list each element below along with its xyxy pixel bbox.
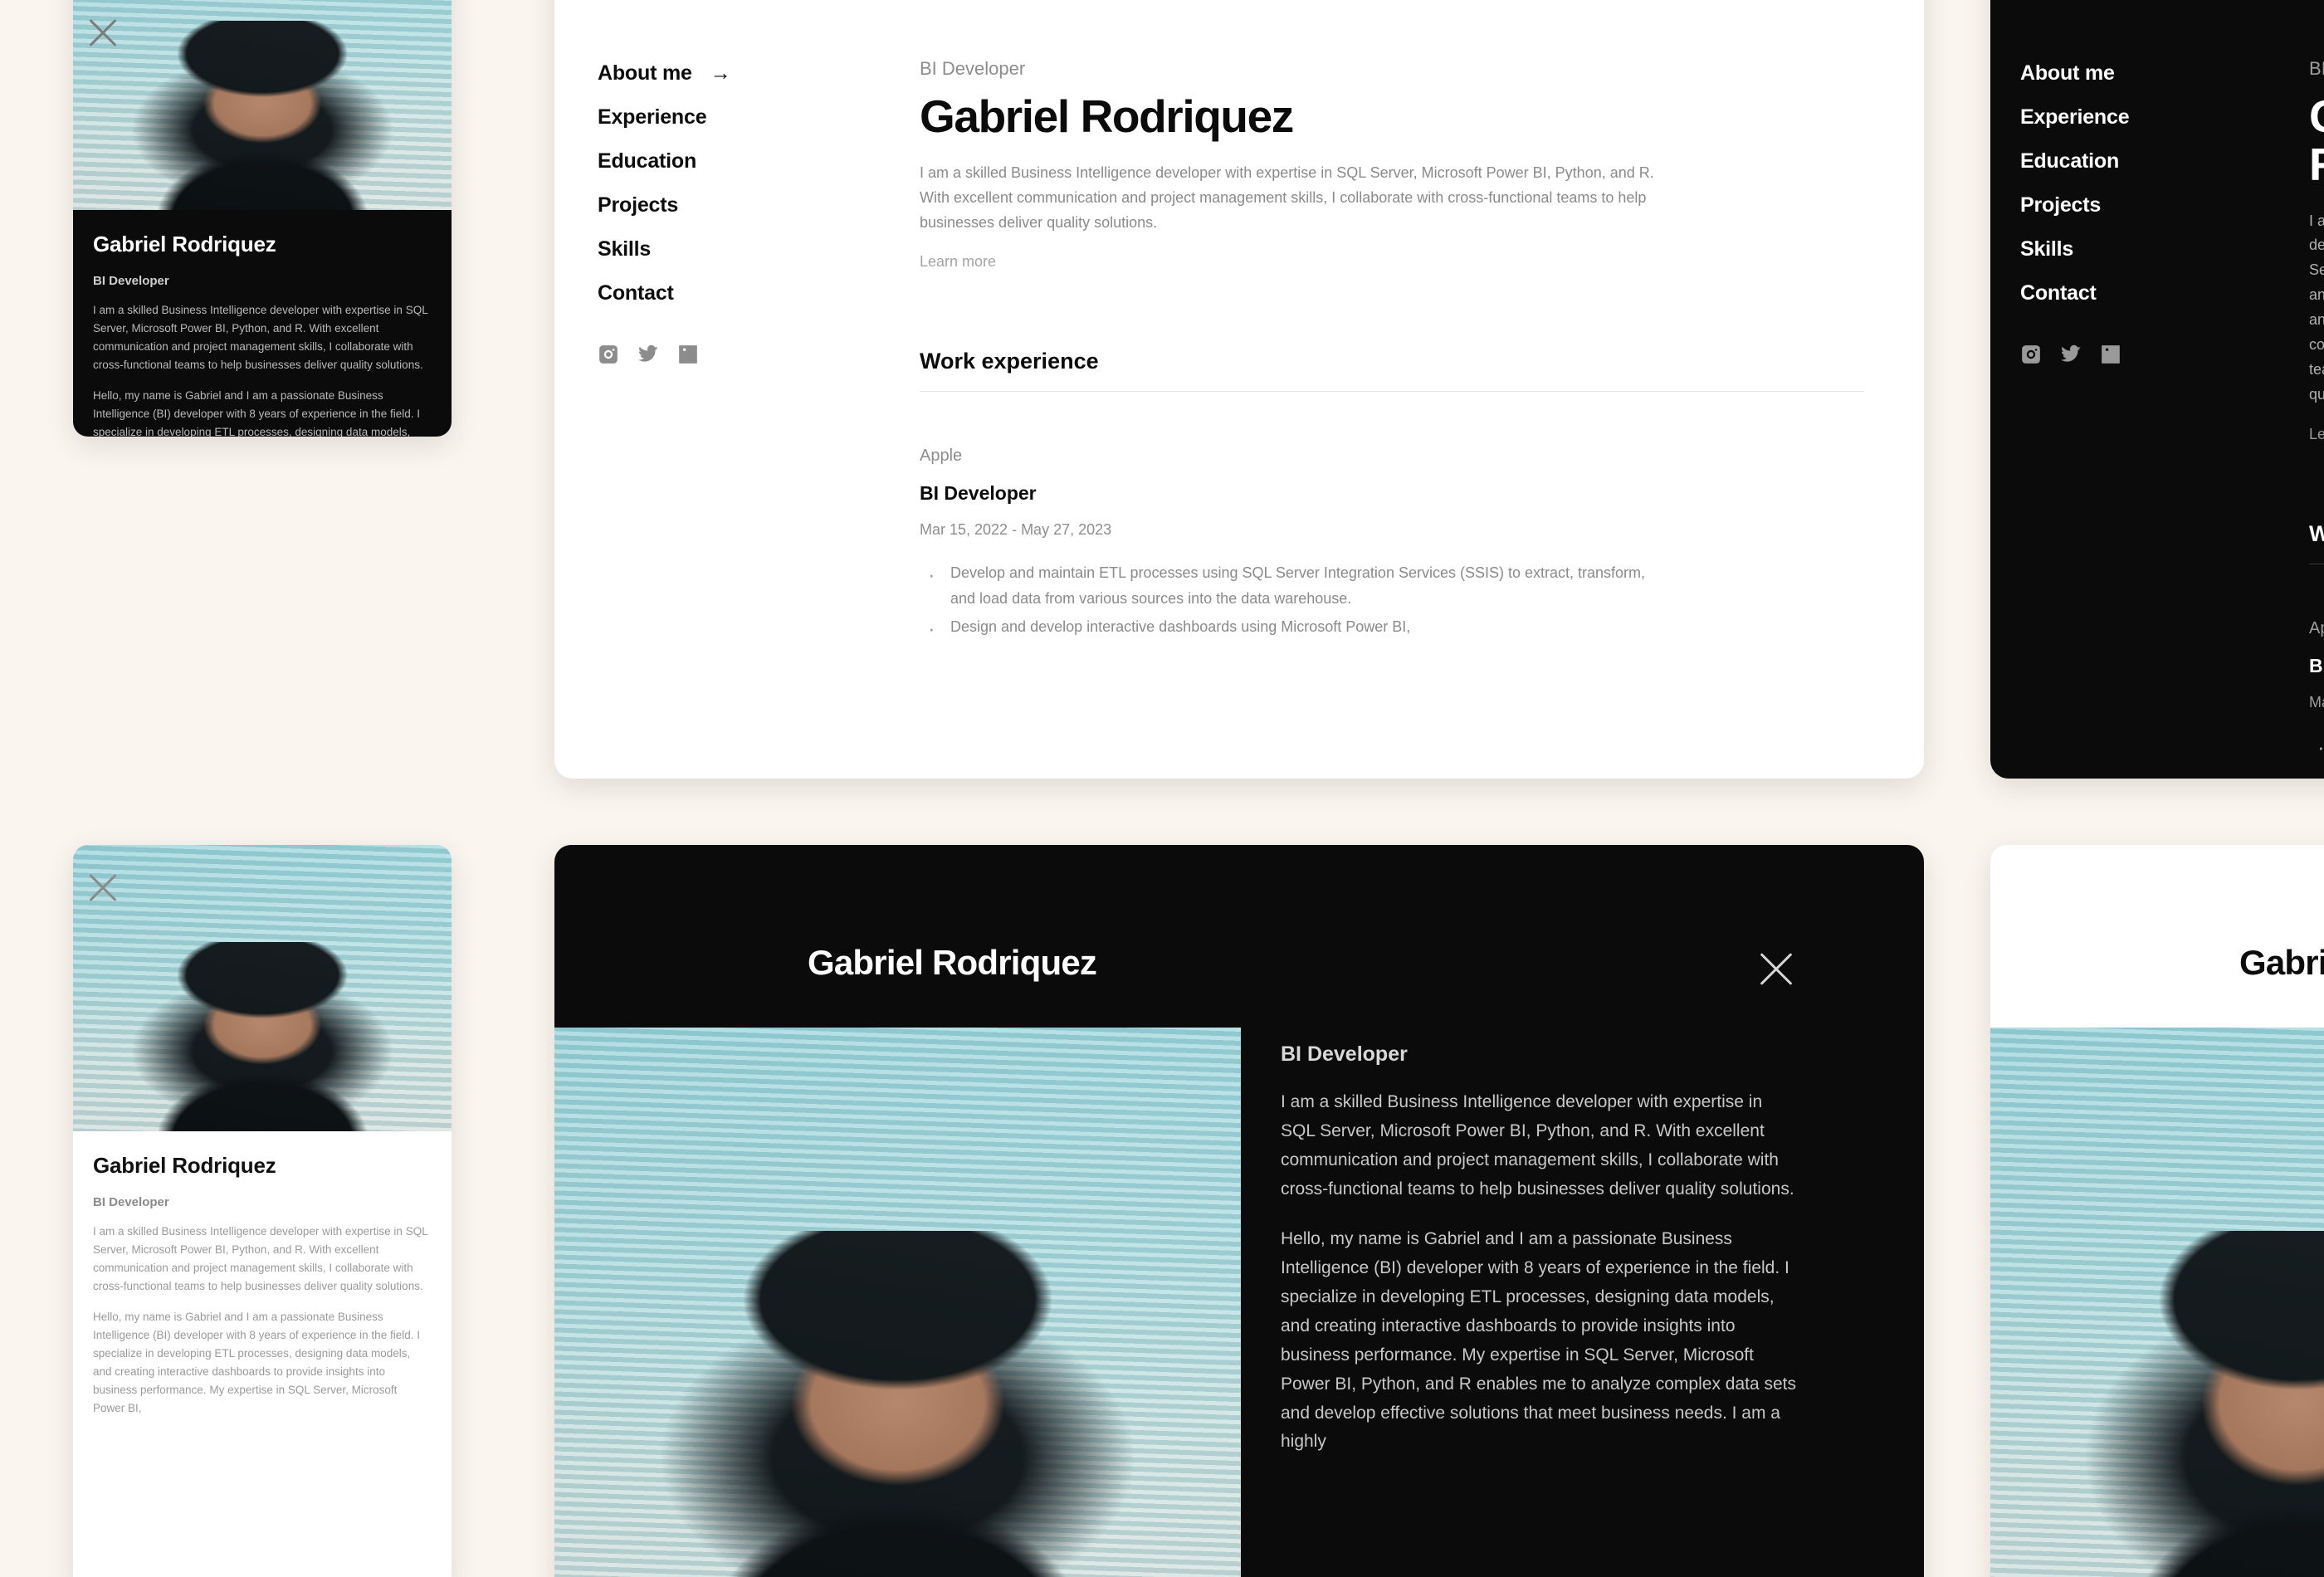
twitter-icon[interactable] [637,344,659,365]
learn-more-link[interactable]: Learn more [920,253,996,271]
sidebar-item-label: Projects [2020,193,2102,217]
sidebar-item-experience[interactable]: Experience [598,105,872,129]
sidebar-item-label: Experience [598,105,707,129]
job-dates: Mar 15, 2022 - May 27, 2023 [2309,693,2324,710]
profile-role: BI Developer [1281,1042,1408,1066]
list-item: Develop and maintain ETL processes using… [2309,729,2324,779]
profile-role: BI Developer [93,1195,169,1209]
social-links [598,344,872,365]
sidebar-item-about-me[interactable]: About me → [598,61,872,85]
sidebar-nav: About me → Experience Education Projects… [598,58,872,642]
job-organization: Apple [2309,618,2324,637]
close-icon[interactable] [85,868,121,905]
section-heading-work-experience: Work experience [920,349,1099,374]
resume-card-light[interactable]: About me → Experience Education Projects… [554,0,1924,779]
job-responsibilities: Develop and maintain ETL processes using… [920,557,1864,647]
sidebar-item-experience[interactable]: Experience [2020,105,2269,129]
profile-bio: Hello, my name is Gabriel and I am a pas… [93,1311,420,1414]
social-links [2020,344,2269,365]
profile-photo [73,845,452,1131]
sidebar-item-label: Contact [598,281,674,305]
sidebar-item-education[interactable]: Education [2020,149,2269,173]
summary-text: I am a skilled Business Intelligence dev… [2309,212,2324,403]
modal-title: Gabriel Rodriquez [2239,943,2324,982]
sidebar-item-label: Education [598,149,697,173]
role-eyebrow: BI Developer [920,58,1026,79]
page-title: Gabriel Rodriquez [2309,92,2324,189]
profile-photo [1990,1028,2324,1577]
profile-summary: I am a skilled Business Intelligence dev… [1281,1092,1794,1199]
profile-modal-dark[interactable]: Gabriel Rodriquez BI Developer I am a sk… [554,845,1924,1577]
profile-modal-light[interactable]: Gabriel Rodriquez [1990,845,2324,1577]
sidebar-item-label: About me [598,61,692,85]
profile-summary: I am a skilled Business Intelligence dev… [93,1225,428,1292]
instagram-icon[interactable] [598,344,619,365]
job-responsibilities: Develop and maintain ETL processes using… [2309,729,2324,779]
profile-photo [554,1028,1241,1577]
sidebar-item-education[interactable]: Education [598,149,872,173]
job-organization: Apple [920,447,963,466]
sidebar-item-label: Projects [598,193,679,217]
job-dates: Mar 15, 2022 - May 27, 2023 [920,521,1112,539]
profile-summary: I am a skilled Business Intelligence dev… [93,304,428,371]
sidebar-item-projects[interactable]: Projects [598,193,872,217]
sidebar-item-label: Contact [2020,281,2097,305]
twitter-icon[interactable] [2060,344,2082,365]
close-icon[interactable] [1755,946,1798,989]
profile-name: Gabriel Rodriquez [93,232,276,256]
modal-title: Gabriel Rodriquez [808,943,1097,982]
profile-bio: Hello, my name is Gabriel and I am a pas… [1281,1229,1797,1452]
sidebar-item-contact[interactable]: Contact [2020,281,2269,305]
linkedin-icon[interactable] [2100,344,2121,365]
profile-card-dark[interactable]: Gabriel Rodriquez BI Developer I am a sk… [73,0,452,437]
modal-header: Gabriel Rodriquez [554,845,1924,1028]
list-item: Design and develop interactive dashboard… [920,611,1667,647]
sidebar-item-label: Skills [598,237,652,261]
section-heading-work-experience: Work experience [2309,520,2324,546]
summary-text: I am a skilled Business Intelligence dev… [920,164,1654,231]
profile-role: BI Developer [93,274,169,288]
learn-more-link[interactable]: Learn more [2309,426,2324,443]
sidebar-item-contact[interactable]: Contact [598,281,872,305]
profile-bio: Hello, my name is Gabriel and I am a pas… [93,389,420,437]
profile-card-light[interactable]: Gabriel Rodriquez BI Developer I am a sk… [73,845,452,1577]
page-title: Gabriel Rodriquez [920,90,1294,142]
sidebar-item-label: Skills [2020,237,2074,261]
linkedin-icon[interactable] [677,344,699,365]
sidebar-item-projects[interactable]: Projects [2020,193,2269,217]
sidebar-nav: About me Experience Education Projects S… [2020,58,2269,779]
sidebar-item-label: About me [2020,61,2115,85]
modal-header: Gabriel Rodriquez [1990,845,2324,1028]
list-item: Develop and maintain ETL processes using… [920,557,1667,610]
profile-name: Gabriel Rodriquez [93,1153,276,1178]
profile-photo [73,0,452,210]
role-eyebrow: BI Developer [2309,58,2324,79]
job-title: BI Developer [2309,654,2324,676]
screen: Gabriel Rodriquez BI Developer I am a sk… [0,0,2324,1577]
sidebar-item-about-me[interactable]: About me [2020,61,2269,85]
resume-card-dark[interactable]: About me Experience Education Projects S… [1990,0,2324,779]
sidebar-item-label: Experience [2020,105,2130,129]
job-title: BI Developer [920,482,1037,505]
sidebar-item-label: Education [2020,149,2120,173]
sidebar-item-skills[interactable]: Skills [2020,237,2269,261]
divider [920,391,1864,393]
sidebar-item-skills[interactable]: Skills [598,237,872,261]
close-icon[interactable] [85,13,121,50]
arrow-right-icon: → [710,61,731,85]
instagram-icon[interactable] [2020,344,2042,365]
